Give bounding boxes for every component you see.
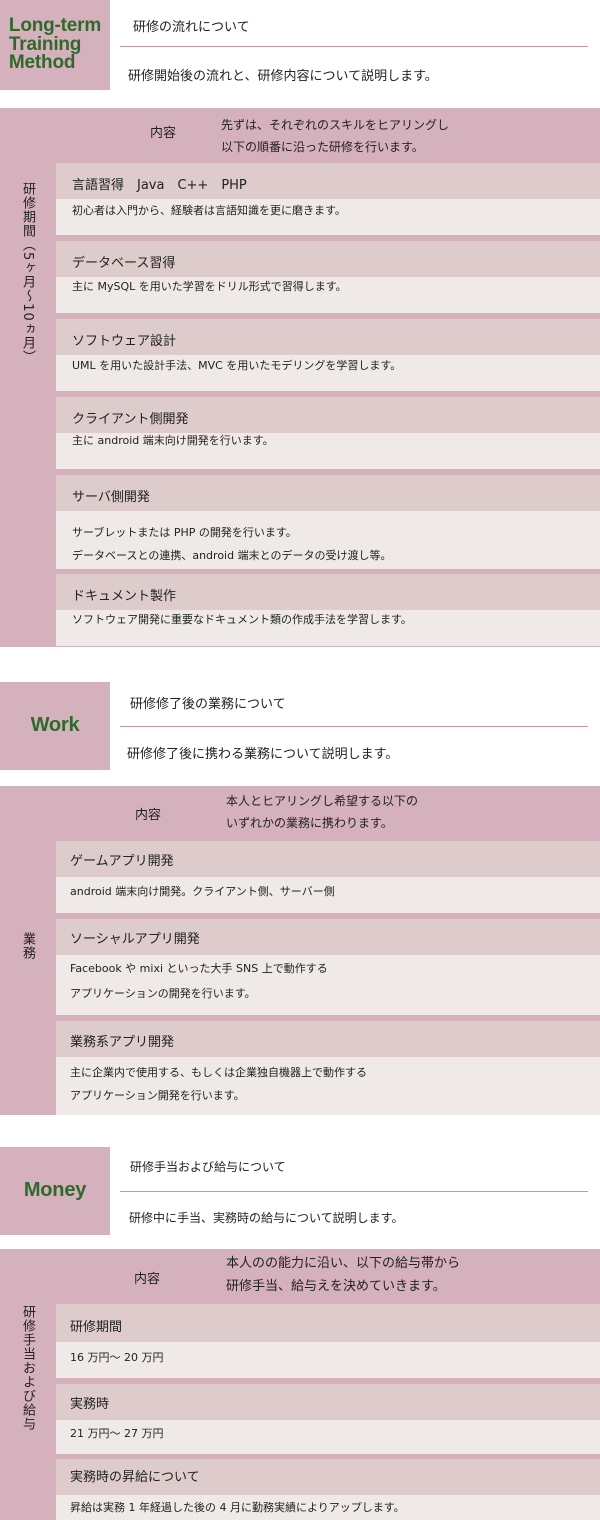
money-side-label-box: 研修手当および給与 <box>0 1249 55 1520</box>
money-item-title: 研修期間 <box>56 1304 600 1342</box>
work-item-title: ゲームアプリ開発 <box>56 841 600 877</box>
work-item-body-2: アプリケーションの開発を行います。 <box>70 987 256 1000</box>
training-side-label-box: 研修期間（5ヶ月〜10ヵ月） <box>0 108 55 647</box>
training-divider <box>120 46 588 47</box>
training-item-body: 主に android 端末向け開発を行います。 <box>72 434 274 447</box>
work-section-subtitle: 研修修了後に携わる業務について説明します。 <box>127 747 399 762</box>
money-logo-text: Money <box>23 1179 87 1202</box>
training-item-title: 言語習得 Java C++ PHP <box>56 163 600 199</box>
money-content-header: 内容 本人のの能力に沿い、以下の給与帯から 研修手当、給与えを決めていきます。 <box>56 1249 600 1301</box>
work-section-title: 研修修了後の業務について <box>130 697 286 712</box>
money-item-title: 実務時の昇給について <box>56 1459 600 1495</box>
training-section-subtitle: 研修開始後の流れと、研修内容について説明します。 <box>128 69 438 84</box>
training-item: クライアント側開発 主に android 端末向け開発を行います。 <box>56 397 600 469</box>
training-item-body-2: データベースとの連携、android 端末とのデータの受け渡し等。 <box>72 549 392 562</box>
work-item: ソーシャルアプリ開発 Facebook や mixi といった大手 SNS 上で… <box>56 919 600 1015</box>
money-logo: Money <box>0 1147 110 1235</box>
money-divider <box>120 1191 588 1192</box>
work-item-body-2: アプリケーション開発を行います。 <box>70 1089 245 1102</box>
money-item-body: 21 万円〜 27 万円 <box>70 1427 164 1440</box>
work-content-desc-2: いずれかの業務に携わります。 <box>226 816 393 830</box>
work-content-label: 内容 <box>135 808 162 823</box>
money-item-body: 16 万円〜 20 万円 <box>70 1351 164 1364</box>
work-divider <box>120 726 588 727</box>
work-item-body: Facebook や mixi といった大手 SNS 上で動作する <box>70 962 328 975</box>
training-item-body: ソフトウェア開発に重要なドキュメント類の作成手法を学習します。 <box>72 613 412 626</box>
training-content-header: 内容 先ずは、それぞれのスキルをヒアリングし 以下の順番に沿った研修を行います。 <box>56 108 600 160</box>
work-item-body: android 端末向け開発。クライアント側、サーバー側 <box>70 885 335 898</box>
work-logo: Work <box>0 682 110 770</box>
training-item: サーバ側開発 サーブレットまたは PHP の開発を行います。 データベースとの連… <box>56 475 600 569</box>
work-item-body: 主に企業内で使用する、もしくは企業独自機器上で動作する <box>70 1066 367 1079</box>
money-item: 実務時 21 万円〜 27 万円 <box>56 1384 600 1454</box>
work-item-title: 業務系アプリ開発 <box>56 1021 600 1057</box>
training-item-body: UML を用いた設計手法、MVC を用いたモデリングを学習します。 <box>72 359 402 372</box>
training-item-title: クライアント側開発 <box>56 397 600 433</box>
money-content-label: 内容 <box>134 1272 161 1287</box>
training-item: ソフトウェア設計 UML を用いた設計手法、MVC を用いたモデリングを学習しま… <box>56 319 600 391</box>
training-item-title: ソフトウェア設計 <box>56 319 600 355</box>
training-item-title: データベース習得 <box>56 241 600 277</box>
training-item-title: サーバ側開発 <box>56 475 600 511</box>
training-logo-line1: Long-term <box>8 15 102 37</box>
money-item-body: 昇給は実務 1 年経過した後の 4 月に勤務実績によりアップします。 <box>70 1501 405 1514</box>
training-logo: Long-term Training Method <box>0 0 110 90</box>
training-item: ドキュメント製作 ソフトウェア開発に重要なドキュメント類の作成手法を学習します。 <box>56 574 600 646</box>
money-side-label: 研修手当および給与 <box>20 1305 35 1431</box>
money-item-title: 実務時 <box>56 1384 600 1420</box>
training-side-label: 研修期間（5ヶ月〜10ヵ月） <box>20 182 35 364</box>
training-content-desc-1: 先ずは、それぞれのスキルをヒアリングし <box>221 118 450 132</box>
training-item-body: 初心者は入門から、経験者は言語知識を更に磨きます。 <box>72 204 346 217</box>
work-item-title: ソーシャルアプリ開発 <box>56 919 600 955</box>
money-item: 研修期間 16 万円〜 20 万円 <box>56 1304 600 1378</box>
money-section-subtitle: 研修中に手当、実務時の給与について説明します。 <box>129 1211 404 1225</box>
work-item: 業務系アプリ開発 主に企業内で使用する、もしくは企業独自機器上で動作する アプリ… <box>56 1021 600 1115</box>
money-item: 実務時の昇給について 昇給は実務 1 年経過した後の 4 月に勤務実績によりアッ… <box>56 1459 600 1520</box>
training-item-body: 主に MySQL を用いた学習をドリル形式で習得します。 <box>72 280 347 293</box>
training-content-desc-2: 以下の順番に沿った研修を行います。 <box>221 140 424 154</box>
money-content-desc-2: 研修手当、給与えを決めていきます。 <box>226 1279 446 1294</box>
work-content-desc-1: 本人とヒアリングし希望する以下の <box>226 794 419 808</box>
work-side-label: 業務 <box>20 932 35 960</box>
money-section-title: 研修手当および給与について <box>130 1160 286 1174</box>
work-content-header: 内容 本人とヒアリングし希望する以下の いずれかの業務に携わります。 <box>56 786 600 838</box>
work-logo-text: Work <box>30 714 80 737</box>
training-logo-line3: Method <box>8 52 76 74</box>
money-content-desc-1: 本人のの能力に沿い、以下の給与帯から <box>226 1256 461 1271</box>
work-item: ゲームアプリ開発 android 端末向け開発。クライアント側、サーバー側 <box>56 841 600 913</box>
training-item: 言語習得 Java C++ PHP 初心者は入門から、経験者は言語知識を更に磨き… <box>56 163 600 235</box>
training-section-title: 研修の流れについて <box>133 20 250 35</box>
training-content-label: 内容 <box>150 126 177 141</box>
training-item-title: ドキュメント製作 <box>56 574 600 610</box>
work-side-label-box: 業務 <box>0 786 55 1115</box>
training-item-body: サーブレットまたは PHP の開発を行います。 <box>72 526 297 539</box>
training-item: データベース習得 主に MySQL を用いた学習をドリル形式で習得します。 <box>56 241 600 313</box>
